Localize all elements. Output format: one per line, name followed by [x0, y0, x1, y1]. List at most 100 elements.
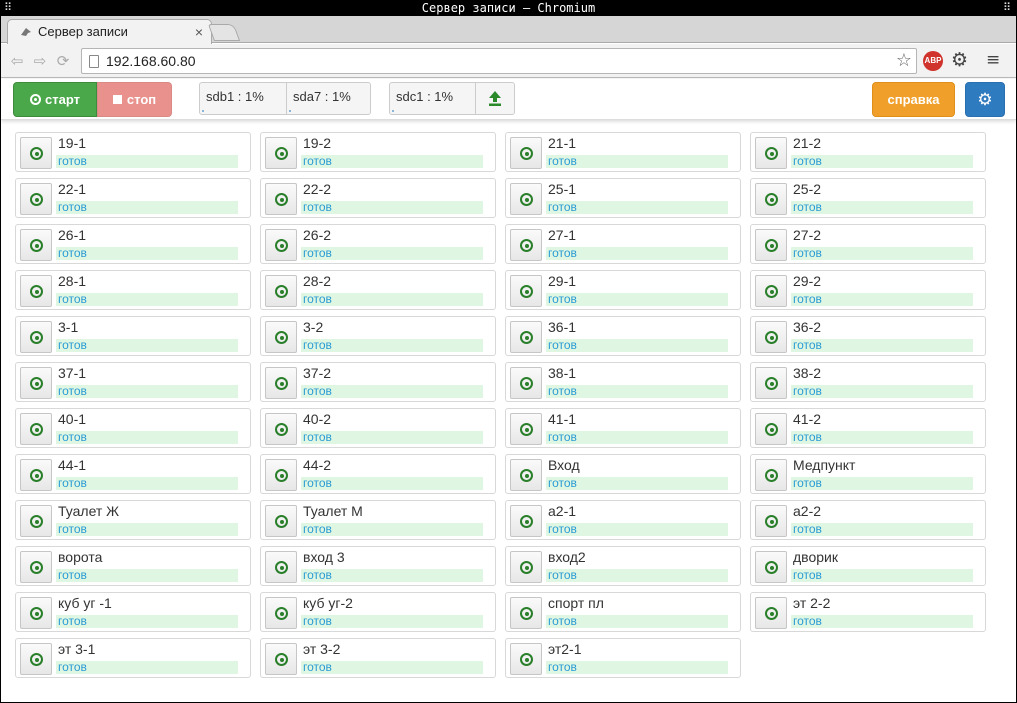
record-toggle-button[interactable] [755, 321, 787, 353]
settings-button[interactable]: ⚙ [965, 82, 1005, 117]
record-toggle-button[interactable] [755, 275, 787, 307]
record-toggle-button[interactable] [20, 229, 52, 261]
record-toggle-button[interactable] [755, 229, 787, 261]
gear-icon[interactable]: ⚙ [951, 49, 968, 71]
camera-status: готов [791, 155, 973, 168]
record-toggle-button[interactable] [510, 229, 542, 261]
record-icon [765, 607, 778, 620]
record-toggle-button[interactable] [510, 183, 542, 215]
record-toggle-button[interactable] [755, 413, 787, 445]
tab-label: Сервер записи [38, 24, 128, 39]
record-toggle-button[interactable] [755, 137, 787, 169]
star-icon[interactable]: ☆ [896, 51, 912, 71]
record-toggle-button[interactable] [265, 643, 297, 675]
address-bar[interactable]: 192.168.60.80 ☆ [81, 48, 917, 74]
record-toggle-button[interactable] [265, 551, 297, 583]
record-toggle-button[interactable] [510, 413, 542, 445]
record-toggle-button[interactable] [20, 413, 52, 445]
stop-button[interactable]: стоп [97, 82, 172, 117]
window-menu-glyph[interactable]: ⠿ [4, 0, 12, 16]
record-toggle-button[interactable] [755, 597, 787, 629]
camera-status: готов [56, 339, 238, 352]
disk-label: sdb1 : 1% [206, 89, 264, 104]
record-toggle-button[interactable] [20, 321, 52, 353]
camera-status: готов [56, 569, 238, 582]
camera-name: 22-2 [303, 181, 332, 197]
adblock-icon[interactable]: ABP [923, 51, 943, 71]
record-toggle-button[interactable] [20, 597, 52, 629]
record-toggle-button[interactable] [265, 137, 297, 169]
new-tab-button[interactable] [207, 24, 241, 41]
reload-icon[interactable]: ⟳ [54, 52, 72, 70]
record-toggle-button[interactable] [755, 551, 787, 583]
record-toggle-button[interactable] [265, 505, 297, 537]
record-toggle-button[interactable] [510, 505, 542, 537]
record-toggle-button[interactable] [265, 183, 297, 215]
record-toggle-button[interactable] [510, 597, 542, 629]
camera-status: готов [56, 523, 238, 536]
camera-grid: 19-1 готов 19-2 готов 21-1 готов 21-2 готов 22-1… [15, 132, 995, 692]
record-toggle-button[interactable] [265, 229, 297, 261]
camera-card: эт2-1 готов [505, 638, 741, 678]
record-toggle-button[interactable] [20, 459, 52, 491]
record-toggle-button[interactable] [755, 183, 787, 215]
record-toggle-button[interactable] [510, 643, 542, 675]
record-toggle-button[interactable] [265, 367, 297, 399]
record-icon [765, 469, 778, 482]
help-button[interactable]: справка [872, 82, 955, 117]
record-toggle-button[interactable] [510, 137, 542, 169]
record-icon [520, 561, 533, 574]
upload-icon [489, 91, 501, 106]
camera-card: 22-2 готов [260, 178, 496, 218]
record-toggle-button[interactable] [265, 459, 297, 491]
record-toggle-button[interactable] [265, 321, 297, 353]
record-toggle-button[interactable] [755, 459, 787, 491]
record-toggle-button[interactable] [510, 321, 542, 353]
browser-toolbar: ⇦ ⇨ ⟳ 192.168.60.80 ☆ ABP ⚙ ≡ [1, 44, 1016, 78]
camera-status: готов [546, 569, 728, 582]
record-toggle-button[interactable] [20, 183, 52, 215]
camera-name: 41-2 [793, 411, 822, 427]
menu-icon[interactable]: ≡ [986, 49, 1000, 71]
record-toggle-button[interactable] [510, 459, 542, 491]
record-toggle-button[interactable] [20, 367, 52, 399]
camera-name: 37-1 [58, 365, 87, 381]
window-title: Сервер записи — Chromium [421, 1, 596, 15]
record-toggle-button[interactable] [265, 413, 297, 445]
camera-status: готов [791, 247, 973, 260]
record-toggle-button[interactable] [265, 275, 297, 307]
record-toggle-button[interactable] [20, 643, 52, 675]
start-button[interactable]: старт [13, 82, 97, 117]
record-toggle-button[interactable] [20, 505, 52, 537]
record-toggle-button[interactable] [20, 551, 52, 583]
url-text[interactable]: 192.168.60.80 [106, 49, 196, 73]
camera-name: а2-1 [548, 503, 577, 519]
camera-card: 26-2 готов [260, 224, 496, 264]
arrow-left-icon[interactable]: ⇦ [8, 52, 26, 70]
camera-card: 19-1 готов [15, 132, 251, 172]
camera-card: эт 3-2 готов [260, 638, 496, 678]
tab-close-icon[interactable]: × [195, 20, 203, 44]
record-toggle-button[interactable] [755, 505, 787, 537]
record-toggle-button[interactable] [755, 367, 787, 399]
camera-card: 37-2 готов [260, 362, 496, 402]
camera-status: готов [301, 523, 483, 536]
record-toggle-button[interactable] [510, 367, 542, 399]
camera-status: готов [546, 339, 728, 352]
arrow-right-icon[interactable]: ⇨ [31, 52, 49, 70]
camera-card: 28-2 готов [260, 270, 496, 310]
window-control-glyph[interactable]: ⠿ [1003, 0, 1011, 16]
tab-strip: Сервер записи × [1, 16, 1016, 44]
record-toggle-button[interactable] [510, 275, 542, 307]
tab-recording-server[interactable]: Сервер записи × [7, 19, 212, 44]
camera-status: готов [546, 155, 728, 168]
record-toggle-button[interactable] [265, 597, 297, 629]
record-toggle-button[interactable] [20, 275, 52, 307]
record-icon [275, 147, 288, 160]
record-icon [520, 193, 533, 206]
record-toggle-button[interactable] [20, 137, 52, 169]
record-toggle-button[interactable] [510, 551, 542, 583]
upload-button[interactable] [475, 83, 513, 114]
camera-card: 36-2 готов [750, 316, 986, 356]
camera-name: 3-1 [58, 319, 79, 335]
